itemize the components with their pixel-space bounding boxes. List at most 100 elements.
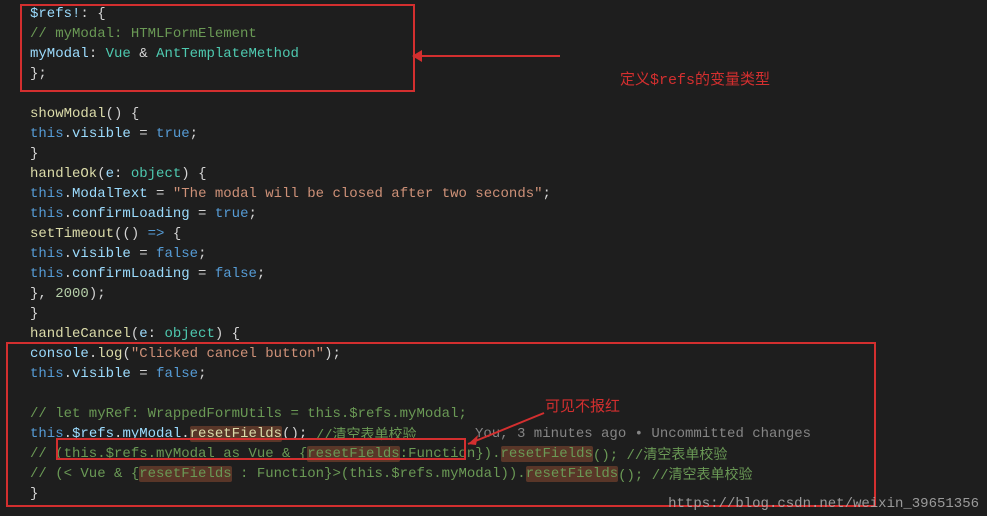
token-this: this [30, 266, 64, 282]
token: ; [248, 206, 256, 222]
comment: (); //清空表单校验 [618, 464, 752, 484]
token-fn: resetFields [190, 426, 282, 442]
token: } [30, 486, 38, 502]
token: ; [257, 266, 265, 282]
token: }, [30, 286, 55, 302]
code-line[interactable]: // (this.$refs.myModal as Vue & {resetFi… [0, 444, 987, 464]
code-line[interactable]: showModal() { [0, 104, 987, 124]
token: => [148, 226, 165, 242]
code-line[interactable]: handleCancel(e: object) { [0, 324, 987, 344]
token: ; [543, 186, 551, 202]
token: visible [72, 126, 131, 142]
token-this: this [30, 426, 64, 442]
token-fn: showModal [30, 106, 106, 122]
code-line[interactable]: console.log("Clicked cancel button"); [0, 344, 987, 364]
token-literal: false [156, 366, 198, 382]
token-this: this [30, 126, 64, 142]
token: = [190, 206, 215, 222]
token: myModal [122, 426, 181, 442]
token: . [114, 426, 122, 442]
code-line[interactable]: handleOk(e: object) { [0, 164, 987, 184]
token: ; [190, 126, 198, 142]
token: ) { [181, 166, 206, 182]
token-type: object [164, 326, 214, 342]
token: = [148, 186, 173, 202]
token-type: object [131, 166, 181, 182]
code-line[interactable]: // (< Vue & {resetFields : Function}>(th… [0, 464, 987, 484]
token-fn: handleOk [30, 166, 97, 182]
code-line[interactable] [0, 84, 987, 104]
token: : [114, 166, 131, 182]
token: $refs! [30, 6, 80, 22]
token: myModal [30, 46, 89, 62]
code-line[interactable]: this.$refs.myModal.resetFields(); //清空表单… [0, 424, 987, 444]
token-this: this [30, 206, 64, 222]
token: . [89, 346, 97, 362]
code-line[interactable]: this.visible = true; [0, 124, 987, 144]
comment: resetFields [501, 446, 593, 462]
token: ) { [215, 326, 240, 342]
token: (); [282, 426, 307, 442]
code-line[interactable]: this.confirmLoading = true; [0, 204, 987, 224]
token: ; [198, 246, 206, 262]
annotation-label-refs: 定义$refs的变量类型 [620, 68, 770, 89]
token: ( [131, 326, 139, 342]
token: = [131, 366, 156, 382]
code-line[interactable]: } [0, 144, 987, 164]
token-type: Vue [106, 46, 131, 62]
code-line[interactable]: } [0, 304, 987, 324]
token: . [64, 246, 72, 262]
comment: (); //清空表单校验 [593, 444, 727, 464]
code-line[interactable]: this.ModalText = "The modal will be clos… [0, 184, 987, 204]
arrow-icon [420, 55, 560, 57]
comment: : Function}>(this.$refs.myModal)). [232, 466, 526, 482]
code-line[interactable]: myModal: Vue & AntTemplateMethod [0, 44, 987, 64]
code-line[interactable]: this.visible = false; [0, 364, 987, 384]
code-line[interactable]: // let myRef: WrappedFormUtils = this.$r… [0, 404, 987, 424]
token: : [89, 46, 106, 62]
comment: // (< Vue & { [30, 466, 139, 482]
comment: resetFields [307, 446, 399, 462]
token: ); [89, 286, 106, 302]
token-this: this [30, 186, 64, 202]
token-literal: false [215, 266, 257, 282]
token: . [64, 206, 72, 222]
token-literal: true [156, 126, 190, 142]
token-fn: handleCancel [30, 326, 131, 342]
token: confirmLoading [72, 266, 190, 282]
comment: resetFields [526, 466, 618, 482]
comment: resetFields [139, 466, 231, 482]
token-type: AntTemplateMethod [156, 46, 299, 62]
code-line[interactable]: this.visible = false; [0, 244, 987, 264]
token: ( [122, 346, 130, 362]
token-literal: false [156, 246, 198, 262]
token: e [139, 326, 147, 342]
token: : { [80, 6, 105, 22]
token-string: "The modal will be closed after two seco… [173, 186, 543, 202]
code-line[interactable]: this.confirmLoading = false; [0, 264, 987, 284]
token: confirmLoading [72, 206, 190, 222]
git-blame-annotation: You, 3 minutes ago • Uncommitted changes [475, 426, 811, 442]
token-fn: setTimeout [30, 226, 114, 242]
comment: // (this.$refs.myModal as Vue & { [30, 446, 307, 462]
token: } [30, 146, 38, 162]
token: . [64, 266, 72, 282]
code-line[interactable]: $refs!: { [0, 4, 987, 24]
code-line[interactable]: setTimeout(() => { [0, 224, 987, 244]
token: ModalText [72, 186, 148, 202]
token: e [106, 166, 114, 182]
token: = [190, 266, 215, 282]
comment: :Function}). [400, 446, 501, 462]
code-editor[interactable]: $refs!: { // myModal: HTMLFormElement my… [0, 4, 987, 504]
token: = [131, 126, 156, 142]
code-line[interactable] [0, 384, 987, 404]
token-literal: true [215, 206, 249, 222]
code-line[interactable]: }; [0, 64, 987, 84]
token: . [64, 366, 72, 382]
token: ( [97, 166, 105, 182]
code-line[interactable]: }, 2000); [0, 284, 987, 304]
code-line[interactable]: // myModal: HTMLFormElement [0, 24, 987, 44]
token-this: this [30, 246, 64, 262]
token: visible [72, 366, 131, 382]
watermark-text: https://blog.csdn.net/weixin_39651356 [668, 496, 979, 512]
